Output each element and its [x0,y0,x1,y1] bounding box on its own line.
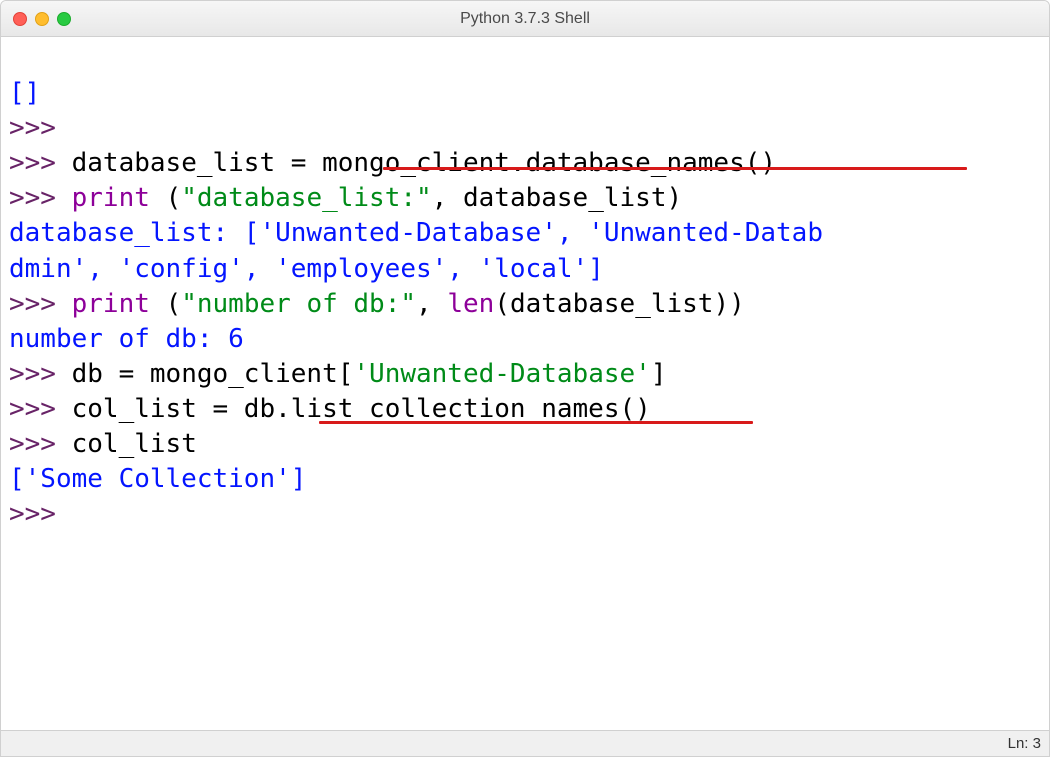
string-literal: "number of db:" [181,289,416,319]
prompt: >>> [9,148,72,178]
code-line: database_list = mongo_client.database_na… [72,148,776,178]
prompt: >>> [9,183,72,213]
shell-content[interactable]: []>>> >>> database_list = mongo_client.d… [1,37,1049,730]
minimize-icon[interactable] [35,12,49,26]
code-line: col_list = db.list_collection_names() [72,394,651,424]
string-literal: 'Unwanted-Database' [353,359,650,389]
annotation-underline [319,421,753,424]
builtin-len: len [447,289,494,319]
annotation-underline [383,167,967,170]
output-line: ['Some Collection'] [9,464,306,494]
close-icon[interactable] [13,12,27,26]
prompt: >>> [9,394,72,424]
titlebar: Python 3.7.3 Shell [1,1,1049,37]
prompt: >>> [9,113,56,143]
prompt: >>> [9,289,72,319]
traffic-lights [1,12,71,26]
output-line: database_list: ['Unwanted-Database', 'Un… [9,218,823,248]
prompt: >>> [9,499,56,529]
shell-window: Python 3.7.3 Shell []>>> >>> database_li… [0,0,1050,757]
builtin-print: print [72,289,150,319]
prompt: >>> [9,359,72,389]
prompt: >>> [9,429,72,459]
string-literal: "database_list:" [181,183,431,213]
line-indicator: Ln: 3 [1008,735,1041,752]
output-line: [] [9,76,1041,111]
output-line: dmin', 'config', 'employees', 'local'] [9,254,604,284]
code-line: col_list [72,429,197,459]
window-title: Python 3.7.3 Shell [1,10,1049,28]
maximize-icon[interactable] [57,12,71,26]
status-bar: Ln: 3 [1,730,1049,756]
builtin-print: print [72,183,150,213]
output-line: number of db: 6 [9,324,244,354]
